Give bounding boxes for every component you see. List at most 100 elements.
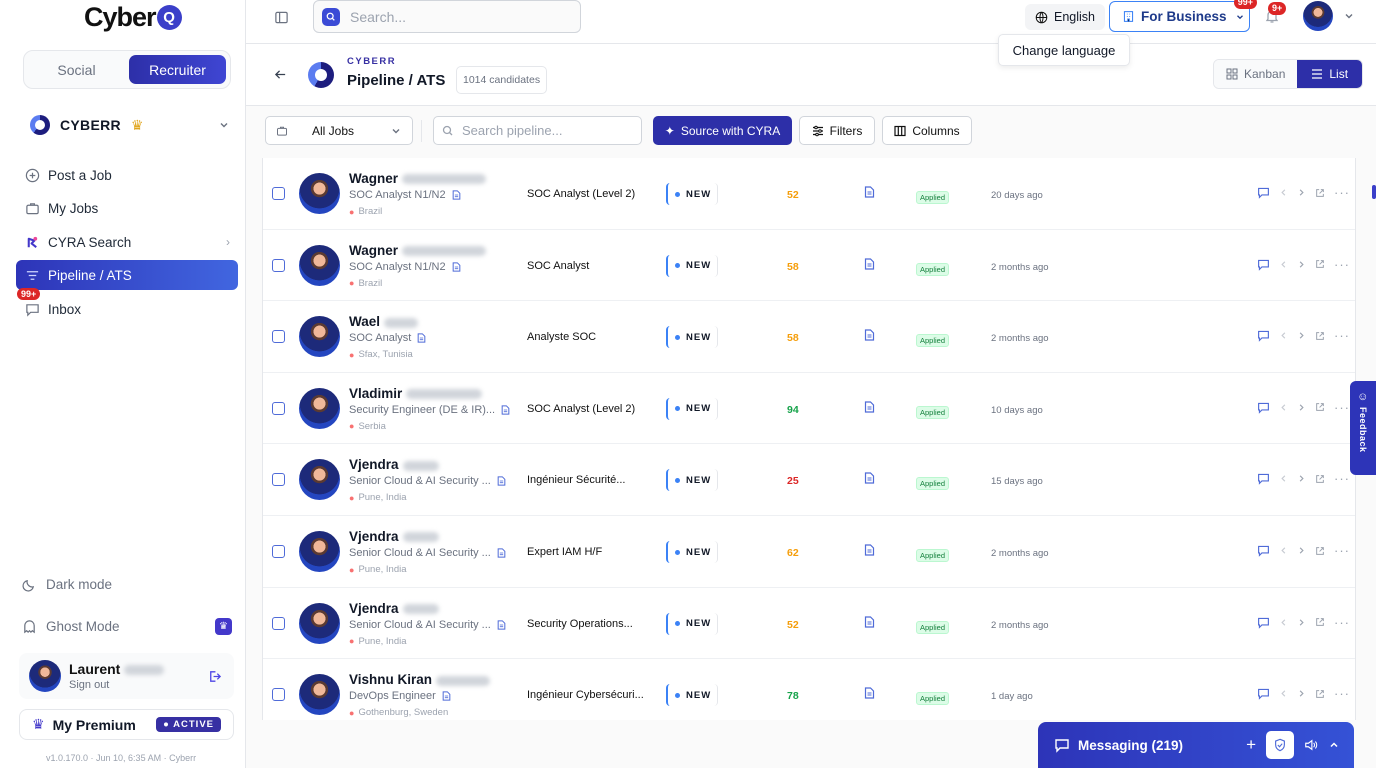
table-row[interactable]: Vjendra Senior Cloud & AI Security ... ● Pu… [263, 516, 1355, 588]
pipeline-search[interactable] [433, 116, 642, 145]
more-options-icon[interactable]: ··· [1334, 328, 1350, 343]
resume-icon[interactable] [442, 691, 451, 701]
shield-icon[interactable] [1266, 731, 1294, 759]
open-external-icon[interactable] [1315, 188, 1325, 198]
chevron-up-icon[interactable] [1328, 739, 1340, 751]
resume-icon[interactable] [497, 619, 506, 630]
open-external-icon[interactable] [1315, 546, 1325, 556]
open-external-icon[interactable] [1315, 259, 1325, 269]
plus-icon[interactable]: + [1246, 735, 1256, 755]
job-title[interactable]: Expert IAM H/F [527, 546, 602, 558]
message-icon[interactable] [1257, 544, 1270, 557]
chevron-right-icon[interactable] [1297, 188, 1306, 197]
avatar[interactable] [299, 531, 340, 572]
table-row[interactable]: Wael SOC Analyst ● Sfax, Tunisia Analyste SO… [263, 301, 1355, 373]
message-icon[interactable] [1257, 472, 1270, 486]
profile-avatar[interactable] [1303, 1, 1333, 31]
list-view-button[interactable]: List [1297, 60, 1363, 88]
chevron-down-icon[interactable] [1343, 10, 1355, 22]
more-options-icon[interactable]: ··· [1334, 257, 1350, 272]
candidate-name[interactable]: Vjendra [349, 457, 439, 472]
premium-card[interactable]: ♛ My Premium ● ACTIVE [19, 709, 234, 740]
for-business-button[interactable]: For Business 99+ [1109, 0, 1257, 32]
chevron-right-icon[interactable] [1297, 331, 1306, 340]
search-input[interactable] [350, 8, 550, 25]
candidate-name[interactable]: Wagner [349, 243, 487, 258]
avatar[interactable] [299, 387, 340, 429]
row-checkbox[interactable] [272, 187, 285, 200]
filters-button[interactable]: Filters [799, 116, 875, 145]
status-badge[interactable]: NEW [666, 541, 718, 563]
job-title[interactable]: Ingénieur Cybersécuri... [527, 689, 644, 701]
resume-icon[interactable] [864, 329, 875, 341]
avatar[interactable] [299, 602, 340, 644]
chevron-left-icon[interactable] [1279, 403, 1288, 412]
more-options-icon[interactable]: ··· [1334, 543, 1350, 558]
open-external-icon[interactable] [1315, 689, 1325, 699]
resume-icon[interactable] [497, 548, 506, 558]
resume-icon[interactable] [864, 401, 875, 413]
candidate-name[interactable]: Wael [349, 314, 419, 329]
open-external-icon[interactable] [1315, 402, 1325, 412]
job-title[interactable]: Analyste SOC [527, 331, 596, 343]
row-checkbox[interactable] [272, 616, 285, 630]
message-icon[interactable] [1257, 329, 1270, 342]
open-external-icon[interactable] [1315, 617, 1325, 627]
avatar[interactable] [299, 244, 340, 286]
mode-recruiter-button[interactable]: Recruiter [129, 55, 226, 84]
resume-icon[interactable] [864, 544, 875, 556]
back-arrow-icon[interactable] [274, 68, 287, 81]
more-options-icon[interactable]: ··· [1334, 400, 1350, 415]
message-icon[interactable] [1257, 401, 1270, 414]
chevron-left-icon[interactable] [1279, 546, 1288, 555]
resume-icon[interactable] [417, 333, 426, 343]
chevron-left-icon[interactable] [1279, 188, 1288, 197]
resume-icon[interactable] [452, 190, 461, 200]
mode-social-button[interactable]: Social [28, 55, 125, 84]
job-title[interactable]: SOC Analyst [527, 260, 589, 272]
candidate-name[interactable]: Vjendra [349, 601, 439, 616]
table-row[interactable]: Wagner SOC Analyst N1/N2 ● Brazil SOC Analys… [263, 230, 1355, 302]
avatar[interactable] [299, 173, 340, 214]
message-icon[interactable] [1257, 687, 1270, 700]
dark-mode-toggle[interactable]: Dark mode [22, 577, 232, 592]
message-icon[interactable] [1257, 186, 1270, 199]
open-external-icon[interactable] [1315, 331, 1325, 341]
kanban-view-button[interactable]: Kanban [1214, 60, 1298, 88]
candidate-name[interactable]: Wagner [349, 171, 487, 186]
status-badge[interactable]: NEW [666, 326, 718, 349]
logout-icon[interactable] [207, 669, 222, 684]
resume-icon[interactable] [452, 261, 461, 272]
candidate-name[interactable]: Vishnu Kiran [349, 672, 491, 687]
chevron-left-icon[interactable] [1279, 689, 1288, 698]
row-checkbox[interactable] [272, 545, 285, 558]
job-title[interactable]: SOC Analyst (Level 2) [527, 403, 635, 415]
org-switcher[interactable]: CYBERR ♛ [30, 112, 230, 138]
message-icon[interactable] [1257, 616, 1270, 629]
resume-icon[interactable] [864, 687, 875, 699]
chevron-left-icon[interactable] [1279, 331, 1288, 340]
row-checkbox[interactable] [272, 473, 285, 487]
feedback-tab[interactable]: ☺ Feedback [1350, 381, 1376, 475]
chevron-left-icon[interactable] [1279, 260, 1288, 269]
message-icon[interactable] [1257, 258, 1270, 271]
resume-icon[interactable] [864, 186, 875, 198]
avatar[interactable] [299, 316, 340, 358]
columns-button[interactable]: Columns [882, 116, 972, 145]
job-title[interactable]: Security Operations... [527, 618, 633, 630]
messaging-bar[interactable]: Messaging (219) + [1038, 722, 1354, 768]
resume-icon[interactable] [864, 615, 875, 628]
source-with-cyra-button[interactable]: ✦ Source with CYRA [653, 116, 792, 145]
nav-my-jobs[interactable]: My Jobs [16, 193, 238, 223]
row-checkbox[interactable] [272, 688, 285, 702]
sign-out-link[interactable]: Sign out [69, 679, 164, 691]
sidebar-toggle-icon[interactable] [274, 10, 289, 25]
more-options-icon[interactable]: ··· [1334, 615, 1350, 630]
chevron-right-icon[interactable] [1297, 618, 1306, 627]
status-badge[interactable]: NEW [666, 684, 718, 707]
nav-inbox[interactable]: 99+ Inbox [16, 288, 238, 324]
row-checkbox[interactable] [272, 401, 285, 415]
avatar[interactable] [299, 674, 340, 716]
language-selector[interactable]: English [1025, 4, 1105, 30]
chevron-left-icon[interactable] [1279, 618, 1288, 627]
